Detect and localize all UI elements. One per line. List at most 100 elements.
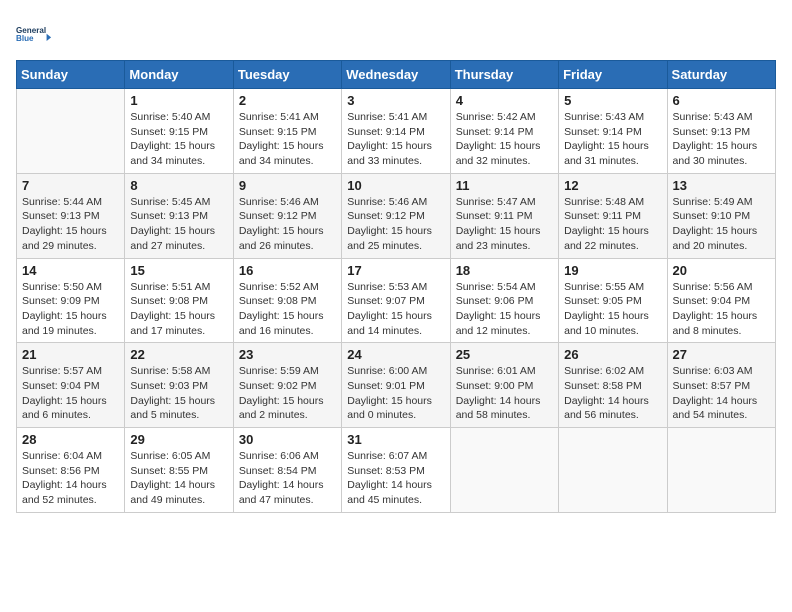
day-cell: 19 Sunrise: 5:55 AMSunset: 9:05 PMDaylig… [559,258,667,343]
day-info: Sunrise: 5:46 AMSunset: 9:12 PMDaylight:… [347,195,444,254]
day-cell: 28 Sunrise: 6:04 AMSunset: 8:56 PMDaylig… [17,428,125,513]
day-cell: 12 Sunrise: 5:48 AMSunset: 9:11 PMDaylig… [559,173,667,258]
week-row-2: 7 Sunrise: 5:44 AMSunset: 9:13 PMDayligh… [17,173,776,258]
day-cell: 22 Sunrise: 5:58 AMSunset: 9:03 PMDaylig… [125,343,233,428]
day-number: 14 [22,263,119,278]
day-number: 13 [673,178,770,193]
day-cell: 17 Sunrise: 5:53 AMSunset: 9:07 PMDaylig… [342,258,450,343]
day-info: Sunrise: 5:44 AMSunset: 9:13 PMDaylight:… [22,195,119,254]
day-info: Sunrise: 5:56 AMSunset: 9:04 PMDaylight:… [673,280,770,339]
day-number: 3 [347,93,444,108]
day-info: Sunrise: 5:50 AMSunset: 9:09 PMDaylight:… [22,280,119,339]
day-cell: 21 Sunrise: 5:57 AMSunset: 9:04 PMDaylig… [17,343,125,428]
week-row-5: 28 Sunrise: 6:04 AMSunset: 8:56 PMDaylig… [17,428,776,513]
weekday-header-tuesday: Tuesday [233,61,341,89]
day-cell: 9 Sunrise: 5:46 AMSunset: 9:12 PMDayligh… [233,173,341,258]
day-info: Sunrise: 5:58 AMSunset: 9:03 PMDaylight:… [130,364,227,423]
day-number: 21 [22,347,119,362]
day-cell [559,428,667,513]
day-info: Sunrise: 5:49 AMSunset: 9:10 PMDaylight:… [673,195,770,254]
day-cell [450,428,558,513]
day-info: Sunrise: 5:54 AMSunset: 9:06 PMDaylight:… [456,280,553,339]
day-number: 28 [22,432,119,447]
day-number: 10 [347,178,444,193]
week-row-3: 14 Sunrise: 5:50 AMSunset: 9:09 PMDaylig… [17,258,776,343]
calendar-table: SundayMondayTuesdayWednesdayThursdayFrid… [16,60,776,513]
svg-text:General: General [16,26,46,35]
day-cell: 25 Sunrise: 6:01 AMSunset: 9:00 PMDaylig… [450,343,558,428]
day-info: Sunrise: 6:01 AMSunset: 9:00 PMDaylight:… [456,364,553,423]
day-number: 12 [564,178,661,193]
day-cell [667,428,775,513]
logo-icon: GeneralBlue [16,16,52,52]
weekday-header-sunday: Sunday [17,61,125,89]
day-number: 7 [22,178,119,193]
day-info: Sunrise: 5:59 AMSunset: 9:02 PMDaylight:… [239,364,336,423]
day-number: 30 [239,432,336,447]
day-number: 17 [347,263,444,278]
day-info: Sunrise: 5:41 AMSunset: 9:15 PMDaylight:… [239,110,336,169]
weekday-header-monday: Monday [125,61,233,89]
day-cell: 30 Sunrise: 6:06 AMSunset: 8:54 PMDaylig… [233,428,341,513]
day-cell: 7 Sunrise: 5:44 AMSunset: 9:13 PMDayligh… [17,173,125,258]
day-info: Sunrise: 5:45 AMSunset: 9:13 PMDaylight:… [130,195,227,254]
day-info: Sunrise: 5:51 AMSunset: 9:08 PMDaylight:… [130,280,227,339]
day-info: Sunrise: 5:47 AMSunset: 9:11 PMDaylight:… [456,195,553,254]
day-number: 1 [130,93,227,108]
day-cell: 1 Sunrise: 5:40 AMSunset: 9:15 PMDayligh… [125,89,233,174]
day-cell: 23 Sunrise: 5:59 AMSunset: 9:02 PMDaylig… [233,343,341,428]
weekday-header-thursday: Thursday [450,61,558,89]
day-number: 15 [130,263,227,278]
page-header: GeneralBlue [16,16,776,52]
day-number: 23 [239,347,336,362]
day-cell: 10 Sunrise: 5:46 AMSunset: 9:12 PMDaylig… [342,173,450,258]
day-cell: 29 Sunrise: 6:05 AMSunset: 8:55 PMDaylig… [125,428,233,513]
day-cell: 6 Sunrise: 5:43 AMSunset: 9:13 PMDayligh… [667,89,775,174]
day-info: Sunrise: 5:40 AMSunset: 9:15 PMDaylight:… [130,110,227,169]
weekday-header-row: SundayMondayTuesdayWednesdayThursdayFrid… [17,61,776,89]
day-number: 19 [564,263,661,278]
day-cell: 16 Sunrise: 5:52 AMSunset: 9:08 PMDaylig… [233,258,341,343]
day-number: 16 [239,263,336,278]
weekday-header-friday: Friday [559,61,667,89]
day-number: 2 [239,93,336,108]
day-number: 22 [130,347,227,362]
day-cell: 27 Sunrise: 6:03 AMSunset: 8:57 PMDaylig… [667,343,775,428]
svg-text:Blue: Blue [16,34,34,43]
day-cell: 4 Sunrise: 5:42 AMSunset: 9:14 PMDayligh… [450,89,558,174]
day-info: Sunrise: 6:04 AMSunset: 8:56 PMDaylight:… [22,449,119,508]
day-cell: 26 Sunrise: 6:02 AMSunset: 8:58 PMDaylig… [559,343,667,428]
day-cell: 2 Sunrise: 5:41 AMSunset: 9:15 PMDayligh… [233,89,341,174]
week-row-4: 21 Sunrise: 5:57 AMSunset: 9:04 PMDaylig… [17,343,776,428]
logo: GeneralBlue [16,16,52,52]
day-info: Sunrise: 6:02 AMSunset: 8:58 PMDaylight:… [564,364,661,423]
day-number: 5 [564,93,661,108]
day-cell: 11 Sunrise: 5:47 AMSunset: 9:11 PMDaylig… [450,173,558,258]
day-info: Sunrise: 5:43 AMSunset: 9:13 PMDaylight:… [673,110,770,169]
day-cell: 18 Sunrise: 5:54 AMSunset: 9:06 PMDaylig… [450,258,558,343]
day-number: 20 [673,263,770,278]
day-number: 4 [456,93,553,108]
day-info: Sunrise: 5:46 AMSunset: 9:12 PMDaylight:… [239,195,336,254]
day-cell: 20 Sunrise: 5:56 AMSunset: 9:04 PMDaylig… [667,258,775,343]
day-cell: 5 Sunrise: 5:43 AMSunset: 9:14 PMDayligh… [559,89,667,174]
day-number: 9 [239,178,336,193]
day-info: Sunrise: 5:43 AMSunset: 9:14 PMDaylight:… [564,110,661,169]
day-info: Sunrise: 6:05 AMSunset: 8:55 PMDaylight:… [130,449,227,508]
day-number: 26 [564,347,661,362]
day-info: Sunrise: 5:41 AMSunset: 9:14 PMDaylight:… [347,110,444,169]
day-number: 24 [347,347,444,362]
day-info: Sunrise: 5:57 AMSunset: 9:04 PMDaylight:… [22,364,119,423]
weekday-header-wednesday: Wednesday [342,61,450,89]
day-number: 6 [673,93,770,108]
day-number: 27 [673,347,770,362]
day-info: Sunrise: 6:06 AMSunset: 8:54 PMDaylight:… [239,449,336,508]
day-cell: 14 Sunrise: 5:50 AMSunset: 9:09 PMDaylig… [17,258,125,343]
day-info: Sunrise: 5:48 AMSunset: 9:11 PMDaylight:… [564,195,661,254]
day-cell: 13 Sunrise: 5:49 AMSunset: 9:10 PMDaylig… [667,173,775,258]
day-info: Sunrise: 5:42 AMSunset: 9:14 PMDaylight:… [456,110,553,169]
day-number: 8 [130,178,227,193]
day-info: Sunrise: 6:07 AMSunset: 8:53 PMDaylight:… [347,449,444,508]
day-cell: 31 Sunrise: 6:07 AMSunset: 8:53 PMDaylig… [342,428,450,513]
day-info: Sunrise: 6:00 AMSunset: 9:01 PMDaylight:… [347,364,444,423]
